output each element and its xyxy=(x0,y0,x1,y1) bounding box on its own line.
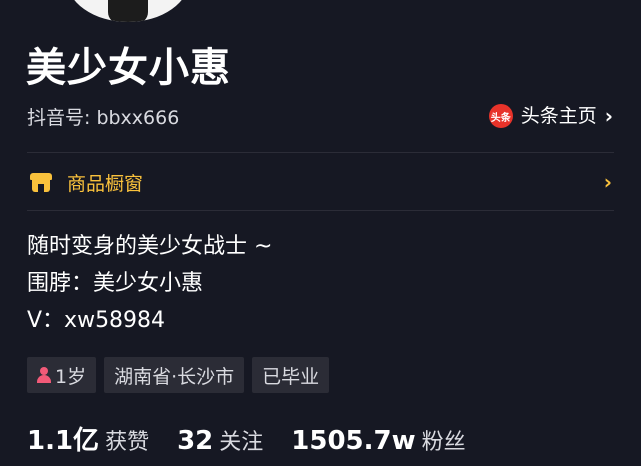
profile-tags: 1岁 湖南省·长沙市 已毕业 xyxy=(27,357,330,393)
female-icon xyxy=(37,367,51,383)
profile-name: 美少女小惠 xyxy=(26,45,231,91)
likes-count[interactable]: 1.1亿 xyxy=(27,420,99,457)
douyin-id: 抖音号: bbxx666 xyxy=(27,107,180,129)
avatar-hair xyxy=(108,0,148,22)
location-tag: 湖南省·长沙市 xyxy=(104,357,245,393)
divider xyxy=(27,152,614,153)
bio-line: 随时变身的美少女战士 ~ xyxy=(27,234,273,259)
following-count[interactable]: 32 xyxy=(177,426,213,456)
profile-stats: 1.1亿 获赞 32 关注 1505.7w 粉丝 xyxy=(27,420,494,457)
bio-line: V：xw58984 xyxy=(27,308,166,333)
chevron-right-icon: › xyxy=(604,104,613,128)
divider xyxy=(27,210,614,211)
likes-label[interactable]: 获赞 xyxy=(105,424,149,456)
age-label: 1岁 xyxy=(55,365,87,388)
toutiao-homepage-link[interactable]: 头条 头条主页 › xyxy=(488,104,613,128)
storefront-icon xyxy=(30,171,52,193)
followers-label[interactable]: 粉丝 xyxy=(422,424,466,456)
toutiao-icon: 头条 xyxy=(488,104,513,128)
toutiao-label: 头条主页 xyxy=(520,105,597,127)
avatar[interactable] xyxy=(62,0,194,26)
bio-line: 围脖：美少女小惠 xyxy=(27,271,204,296)
product-showcase-label: 商品橱窗 xyxy=(67,172,144,195)
chevron-right-icon: › xyxy=(603,170,612,194)
bio: 随时变身的美少女战士 ~ 围脖：美少女小惠 V：xw58984 xyxy=(27,228,272,339)
following-label[interactable]: 关注 xyxy=(219,424,263,456)
product-showcase-button[interactable]: 商品橱窗 › xyxy=(27,162,614,202)
followers-count[interactable]: 1505.7w xyxy=(291,426,415,456)
age-tag: 1岁 xyxy=(27,357,97,393)
education-tag: 已毕业 xyxy=(252,357,330,393)
